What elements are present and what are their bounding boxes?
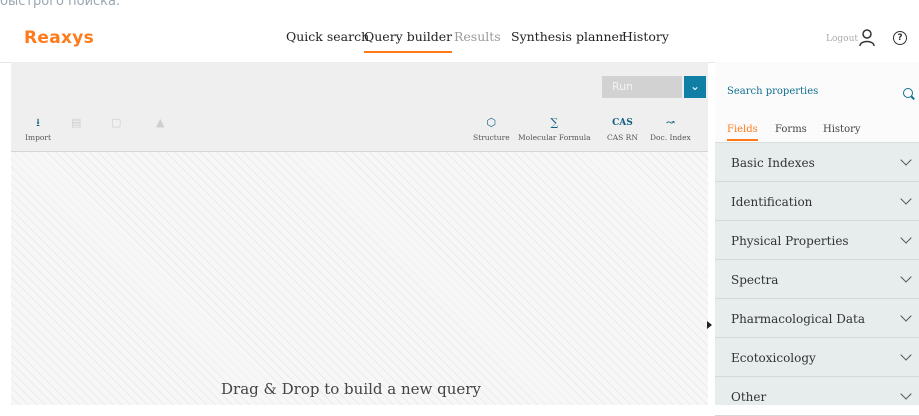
- chevron-down-icon: [900, 388, 912, 400]
- field-ecotoxicology[interactable]: Ecotoxicology: [715, 339, 919, 377]
- chevron-down-icon: [900, 154, 912, 166]
- save-icon: ▤: [71, 116, 82, 129]
- logout-link[interactable]: Logout: [826, 34, 858, 44]
- cas-rn-button[interactable]: CAS CAS RN: [607, 116, 638, 142]
- field-pharmacological-data[interactable]: Pharmacological Data: [715, 300, 919, 338]
- clear-icon: ▢: [111, 116, 122, 129]
- chevron-down-icon: [900, 349, 912, 361]
- field-identification[interactable]: Identification: [715, 183, 919, 221]
- panel-header: Search properties Fields Forms History: [715, 62, 919, 143]
- chevron-down-icon: [900, 232, 912, 244]
- nav-synthesis-planner[interactable]: Synthesis planner: [511, 29, 625, 44]
- field-basic-indexes[interactable]: Basic Indexes: [715, 144, 919, 182]
- field-other[interactable]: Other: [715, 378, 919, 416]
- field-spectra[interactable]: Spectra: [715, 261, 919, 299]
- doc-index-button[interactable]: ↝ Doc. Index: [650, 116, 691, 142]
- help-icon[interactable]: ?: [893, 31, 907, 45]
- query-toolbar: Run ⌄ ⭳ Import ▤ ▢ ▲ ⬡ Structure ∑ Molec…: [11, 62, 708, 152]
- export-icon: ▲: [156, 116, 165, 129]
- app-header: Reaxys Quick search Query builder Result…: [0, 14, 919, 63]
- drop-hint: Drag & Drop to build a new query: [221, 380, 481, 398]
- run-button[interactable]: Run: [602, 76, 682, 98]
- panel-toggle-arrow-icon[interactable]: [707, 321, 712, 329]
- nav-history[interactable]: History: [622, 29, 669, 44]
- doc-index-icon: ↝: [665, 116, 675, 129]
- search-properties-panel: Search properties Fields Forms History B…: [715, 62, 919, 416]
- page-caption: быстрого поиска.: [0, 0, 121, 9]
- tab-fields[interactable]: Fields: [727, 124, 758, 141]
- toolbar-disabled-button-3[interactable]: ▲: [156, 116, 164, 130]
- tab-forms[interactable]: Forms: [775, 124, 807, 135]
- toolbar-disabled-button-2[interactable]: ▢: [111, 116, 121, 130]
- toolbar-disabled-button-1[interactable]: ▤: [71, 116, 81, 130]
- search-icon[interactable]: [903, 88, 913, 98]
- query-drop-canvas[interactable]: Drag & Drop to build a new query: [11, 152, 708, 405]
- field-physical-properties[interactable]: Physical Properties: [715, 222, 919, 260]
- nav-results[interactable]: Results: [454, 29, 501, 44]
- nav-quick-search[interactable]: Quick search: [286, 29, 369, 44]
- import-button[interactable]: ⭳ Import: [25, 116, 51, 142]
- download-icon: ⭳: [36, 116, 40, 129]
- user-icon[interactable]: [859, 29, 875, 47]
- reaxys-logo[interactable]: Reaxys: [24, 28, 94, 48]
- chevron-down-icon: [900, 271, 912, 283]
- run-dropdown-button[interactable]: ⌄: [684, 76, 706, 98]
- molecular-formula-button[interactable]: ∑ Molecular Formula: [518, 116, 591, 142]
- chevron-down-icon: [900, 310, 912, 322]
- tab-history[interactable]: History: [823, 124, 861, 135]
- cas-icon: CAS: [612, 118, 633, 128]
- nav-query-builder[interactable]: Query builder: [364, 29, 453, 53]
- structure-icon: ⬡: [486, 116, 497, 129]
- molecular-formula-icon: ∑: [550, 116, 559, 129]
- search-properties-title: Search properties: [727, 86, 819, 97]
- chevron-down-icon: [900, 193, 912, 205]
- structure-button[interactable]: ⬡ Structure: [473, 116, 510, 142]
- chevron-down-icon: ⌄: [689, 79, 701, 93]
